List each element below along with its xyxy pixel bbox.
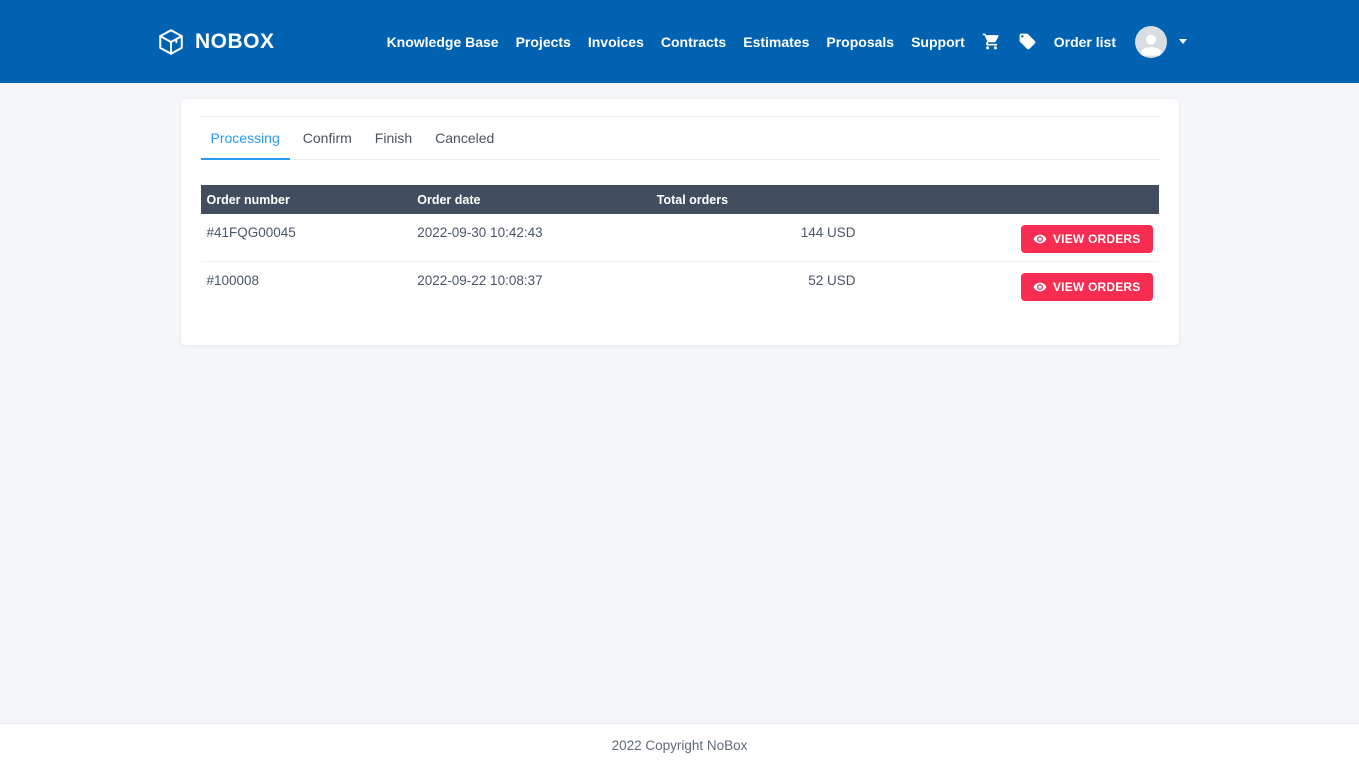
nav-estimates[interactable]: Estimates [743,34,809,50]
orders-table-header-row: Order number Order date Total orders [201,185,1159,214]
nav-support[interactable]: Support [911,34,965,50]
order-number-value: #100008 [201,262,412,310]
order-total-value: 52 USD [651,262,862,310]
table-row: #41FQG00045 2022-09-30 10:42:43 144 USD … [201,214,1159,262]
column-order-date: Order date [411,185,651,214]
order-number-value: #41FQG00045 [201,214,412,262]
cart-icon[interactable] [982,32,1001,51]
copyright-text: 2022 Copyright NoBox [612,738,748,753]
nav-contracts[interactable]: Contracts [661,34,726,50]
tag-icon[interactable] [1018,32,1037,51]
orders-table: Order number Order date Total orders #41… [201,185,1159,309]
main-nav: Knowledge Base Projects Invoices Contrac… [387,26,1187,58]
order-date-value: 2022-09-30 10:42:43 [411,214,651,262]
top-navbar: NOBOX Knowledge Base Projects Invoices C… [0,0,1359,83]
brand-name: NOBOX [195,30,275,54]
nav-projects[interactable]: Projects [516,34,571,50]
order-date-value: 2022-09-22 10:08:37 [411,262,651,310]
chevron-down-icon [1179,39,1187,44]
footer: 2022 Copyright NoBox [0,723,1359,767]
column-actions [862,185,1159,214]
tab-canceled[interactable]: Canceled [425,117,504,160]
nav-knowledge-base[interactable]: Knowledge Base [387,34,499,50]
user-menu[interactable] [1135,26,1187,58]
order-total-value: 144 USD [651,214,862,262]
nav-invoices[interactable]: Invoices [588,34,644,50]
avatar [1135,26,1167,58]
column-order-number: Order number [201,185,412,214]
tab-finish[interactable]: Finish [365,117,422,160]
view-orders-button[interactable]: VIEW ORDERS [1021,225,1153,253]
cube-logo-icon [156,27,186,57]
page-content: Processing Confirm Finish Canceled Order… [0,83,1359,723]
eye-icon [1033,232,1047,246]
tab-confirm[interactable]: Confirm [293,117,362,160]
nav-proposals[interactable]: Proposals [826,34,894,50]
view-orders-button[interactable]: VIEW ORDERS [1021,273,1153,301]
nav-order-list[interactable]: Order list [1054,34,1116,50]
tab-processing[interactable]: Processing [201,117,290,160]
table-row: #100008 2022-09-22 10:08:37 52 USD VIEW … [201,262,1159,310]
view-orders-label: VIEW ORDERS [1053,232,1141,246]
eye-icon [1033,280,1047,294]
orders-card: Processing Confirm Finish Canceled Order… [181,99,1179,345]
order-status-tabs: Processing Confirm Finish Canceled [201,116,1159,160]
column-total-orders: Total orders [651,185,862,214]
brand[interactable]: NOBOX [156,27,275,57]
view-orders-label: VIEW ORDERS [1053,280,1141,294]
